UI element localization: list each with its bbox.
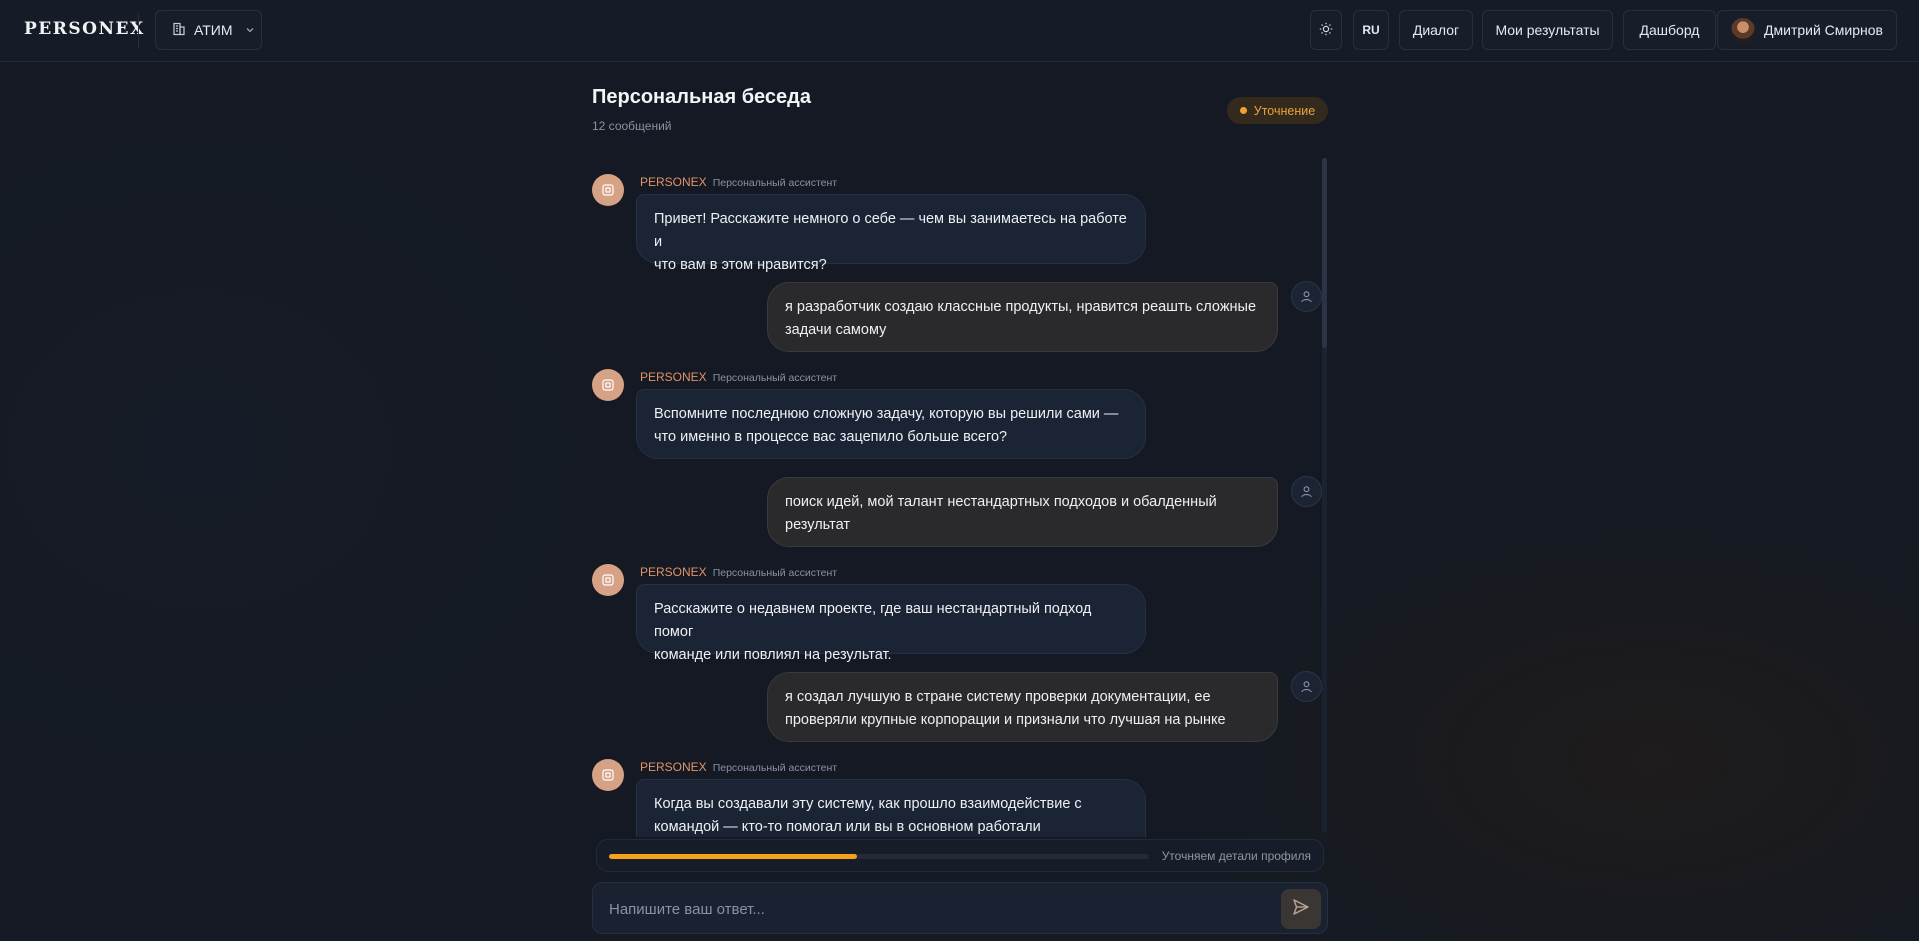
nav-dashboard-button[interactable]: Дашборд [1623,10,1716,50]
user-message: я создал лучшую в стране систему проверк… [767,672,1278,742]
message-line: команде или повлиял на результат. [654,647,892,663]
message-composer [592,882,1328,934]
sender-name: PERSONEX [640,370,707,384]
message-line: Расскажите о недавнем проекте, где ваш н… [654,601,1092,640]
message-meta: PERSONEX Персональный ассистент [640,565,837,579]
chevron-down-icon [245,22,255,38]
sender-role: Персональный ассистент [712,567,838,579]
sun-icon [1319,22,1333,39]
building-icon [172,22,186,39]
sender-name: PERSONEX [640,175,707,189]
message-line: что именно в процессе вас зацепило больш… [654,429,1008,445]
message-line: задачи самому [785,322,887,338]
progress-fill [609,854,858,859]
message-line: поиск идей, мой талант нестандартных под… [785,494,1217,510]
message-input[interactable] [609,896,1249,922]
scrollbar-thumb[interactable] [1322,158,1327,348]
message-meta: PERSONEX Персональный ассистент [640,760,837,774]
assistant-message: Вспомните последнюю сложную задачу, кото… [636,389,1146,459]
status-dot [1239,107,1247,114]
sender-name: PERSONEX [640,565,707,579]
top-bar: PERSONEX АТИМ RU Диалог Мои результаты Д… [0,0,1919,62]
progress-track [609,854,1149,859]
user-message: поиск идей, мой талант нестандартных под… [767,477,1278,547]
message-line: что вам в этом нравится? [654,257,827,273]
message-line: проверяли крупные корпорации и признали … [785,712,1226,728]
user-menu-button[interactable]: Дмитрий Смирнов [1717,10,1897,50]
assistant-message: Расскажите о недавнем проекте, где ваш н… [636,584,1146,663]
assistant-message: Когда вы создавали эту систему, как прош… [636,779,1146,837]
progress-label: Уточняем детали профиля [1161,849,1311,863]
message-line: Вспомните последнюю сложную задачу, кото… [654,406,1119,422]
message-line: Привет! Расскажите немного о себе — чем … [654,211,1127,250]
message-meta: PERSONEX Персональный ассистент [640,175,837,189]
profile-progress: Уточняем детали профиля [596,839,1324,872]
app-logo[interactable]: PERSONEX [24,19,145,39]
assistant-icon [592,564,624,596]
organization-select-value: АТИМ [194,22,233,38]
message-meta: PERSONEX Персональный ассистент [640,370,837,384]
organization-select[interactable]: АТИМ [155,10,262,50]
avatar [1731,18,1756,42]
sender-name: PERSONEX [640,760,707,774]
sender-role: Персональный ассистент [712,177,838,189]
status-label: Уточнение [1253,103,1316,118]
assistant-icon [592,369,624,401]
status-badge: Уточнение [1227,97,1328,124]
user-icon [1291,476,1322,507]
message-line: я создал лучшую в стране систему проверк… [785,689,1211,705]
user-name: Дмитрий Смирнов [1764,22,1883,38]
nav-dialog-button[interactable]: Диалог [1399,10,1473,50]
assistant-icon [592,759,624,791]
user-icon [1291,281,1322,312]
assistant-message: Привет! Расскажите немного о себе — чем … [636,194,1146,273]
message-line: командой — кто-то помогал или вы в основ… [654,819,1041,835]
theme-toggle-button[interactable] [1310,10,1342,50]
message-line: Когда вы создавали эту систему, как прош… [654,796,1082,812]
message-line: результат [785,517,850,533]
user-icon [1291,671,1322,702]
sender-role: Персональный ассистент [712,762,838,774]
send-button[interactable] [1281,889,1321,929]
language-button[interactable]: RU [1353,10,1389,50]
message-line: я разработчик создаю классные продукты, … [785,299,1257,315]
sender-role: Персональный ассистент [712,372,838,384]
nav-results-button[interactable]: Мои результаты [1482,10,1613,50]
page-title: Персональная беседа [592,86,811,108]
user-message: я разработчик создаю классные продукты, … [767,282,1278,352]
message-count: 12 сообщений [592,119,672,133]
header-divider [138,14,139,48]
send-icon [1292,898,1310,921]
assistant-icon [592,174,624,206]
